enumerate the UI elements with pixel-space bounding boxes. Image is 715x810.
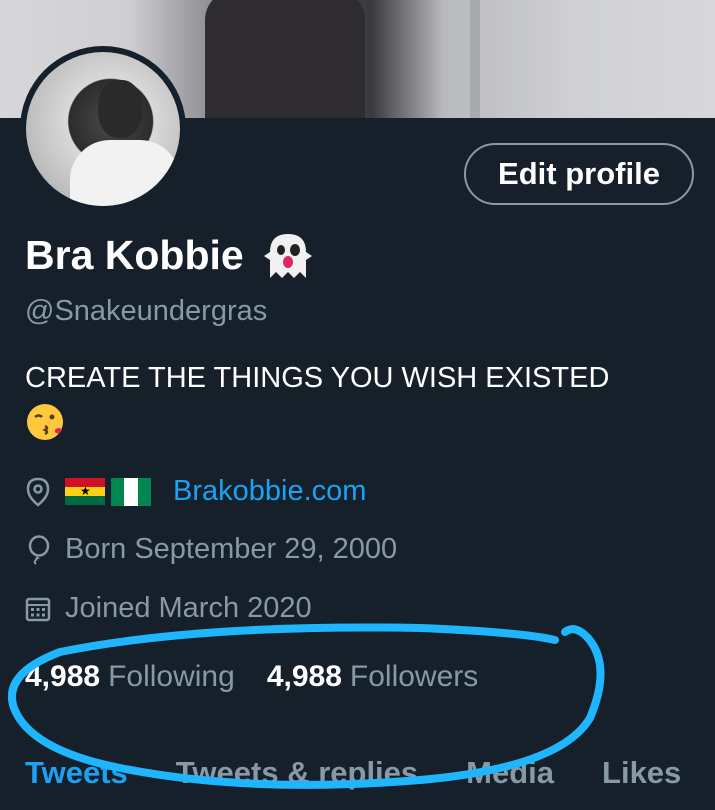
avatar-face <box>98 80 142 138</box>
tab-tweets-and-replies[interactable]: Tweets & replies <box>176 755 418 791</box>
tab-likes[interactable]: Likes <box>602 755 681 791</box>
profile-tabs: Tweets Tweets & replies Media Likes <box>25 755 715 791</box>
profile-name-row: Bra Kobbie <box>25 230 316 280</box>
nigeria-flag-emoji <box>111 477 151 506</box>
avatar[interactable] <box>20 46 186 212</box>
avatar-shirt <box>70 140 180 206</box>
profile-name: Bra Kobbie <box>25 231 244 278</box>
follow-stats: 4,988 Following 4,988 Followers <box>25 660 478 694</box>
following-label: Following <box>108 660 235 693</box>
birthday-text: Born September 29, 2000 <box>65 533 398 565</box>
tab-tweets[interactable]: Tweets <box>25 755 128 791</box>
location-row: ★ Brakobbie.com <box>25 475 366 508</box>
location-icon <box>26 477 50 507</box>
birthday-balloon-icon <box>28 534 50 565</box>
calendar-icon <box>25 597 51 621</box>
tab-media[interactable]: Media <box>466 755 554 791</box>
edit-profile-button[interactable]: Edit profile <box>464 143 694 205</box>
website-link[interactable]: Brakobbie.com <box>173 475 366 508</box>
followers-label: Followers <box>349 660 479 693</box>
profile-bio: CREATE THE THINGS YOU WISH EXISTED <box>25 362 610 394</box>
joined-row: Joined March 2020 <box>25 592 312 625</box>
following-link[interactable]: 4,988 Following <box>25 660 235 694</box>
avatar-photo <box>26 52 180 206</box>
ghana-flag-emoji: ★ <box>65 477 105 506</box>
followers-link[interactable]: 4,988 Followers <box>267 660 478 694</box>
ghost-emoji <box>263 234 312 278</box>
joined-text: Joined March 2020 <box>65 592 312 624</box>
kiss-emoji <box>27 404 63 440</box>
following-count: 4,988 <box>25 660 101 693</box>
followers-count: 4,988 <box>266 660 342 693</box>
profile-handle: @Snakeundergras <box>25 295 268 327</box>
banner-photo-figure <box>205 0 365 118</box>
banner-window-frame <box>470 0 480 118</box>
birthday-row: Born September 29, 2000 <box>25 533 397 566</box>
